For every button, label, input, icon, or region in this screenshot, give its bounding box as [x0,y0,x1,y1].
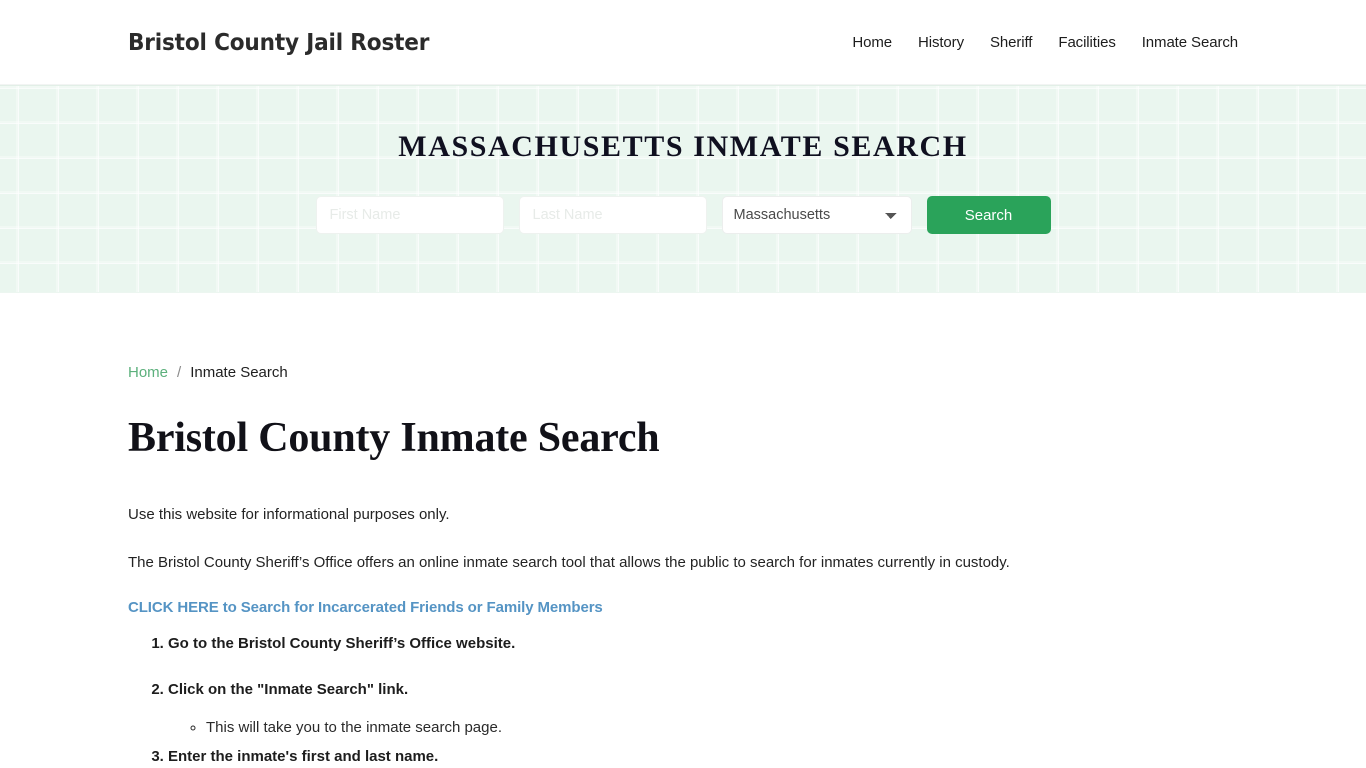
breadcrumb-item-current: Inmate Search [190,364,288,381]
main-navigation: Home History Sheriff Facilities Inmate S… [852,34,1238,51]
step-2-text: Click on the "Inmate Search" link. [168,680,409,698]
intro-paragraph-2: The Bristol County Sheriff’s Office offe… [128,553,1010,571]
hero-title: MASSACHUSETTS INMATE SEARCH [398,130,968,163]
hero-search-section: MASSACHUSETTS INMATE SEARCH Massachusett… [0,85,1366,293]
list-item: This will take you to the inmate search … [206,717,1238,739]
intro-paragraph-1: Use this website for informational purpo… [128,506,450,523]
list-item: Go to the Bristol County Sheriff’s Offic… [168,633,1238,655]
site-header: Bristol County Jail Roster Home History … [0,0,1366,85]
step-3-text: Enter the inmate's first and last name. [168,748,439,766]
nav-item-facilities[interactable]: Facilities [1058,34,1115,51]
site-brand-title[interactable]: Bristol County Jail Roster [128,28,429,56]
instruction-steps-list: Go to the Bristol County Sheriff’s Offic… [128,633,1238,768]
main-content: Home / Inmate Search Bristol County Inma… [0,293,1366,768]
nav-item-sheriff[interactable]: Sheriff [990,34,1032,51]
search-button[interactable]: Search [926,196,1051,234]
breadcrumb-separator: / [177,364,182,381]
inmate-search-form: Massachusetts Search [315,196,1051,234]
step-2-substep-1-text: This will take you to the inmate search … [206,718,502,736]
step-1-text: Go to the Bristol County Sheriff’s Offic… [168,635,516,652]
page-title: Bristol County Inmate Search [128,415,660,461]
nav-item-inmate-search[interactable]: Inmate Search [1142,34,1238,51]
step-2-substeps: This will take you to the inmate search … [168,717,1238,739]
first-name-input[interactable] [315,196,504,234]
nav-item-history[interactable]: History [918,34,964,51]
list-item: Enter the inmate's first and last name. [168,746,1238,768]
search-friends-family-link[interactable]: CLICK HERE to Search for Incarcerated Fr… [128,599,603,616]
nav-item-home[interactable]: Home [852,34,892,51]
list-item: Click on the "Inmate Search" link. This … [168,679,1238,739]
state-select[interactable]: Massachusetts [721,196,912,234]
breadcrumb-item-home[interactable]: Home [128,364,168,381]
last-name-input[interactable] [518,196,707,234]
breadcrumb: Home / Inmate Search [128,293,1238,381]
